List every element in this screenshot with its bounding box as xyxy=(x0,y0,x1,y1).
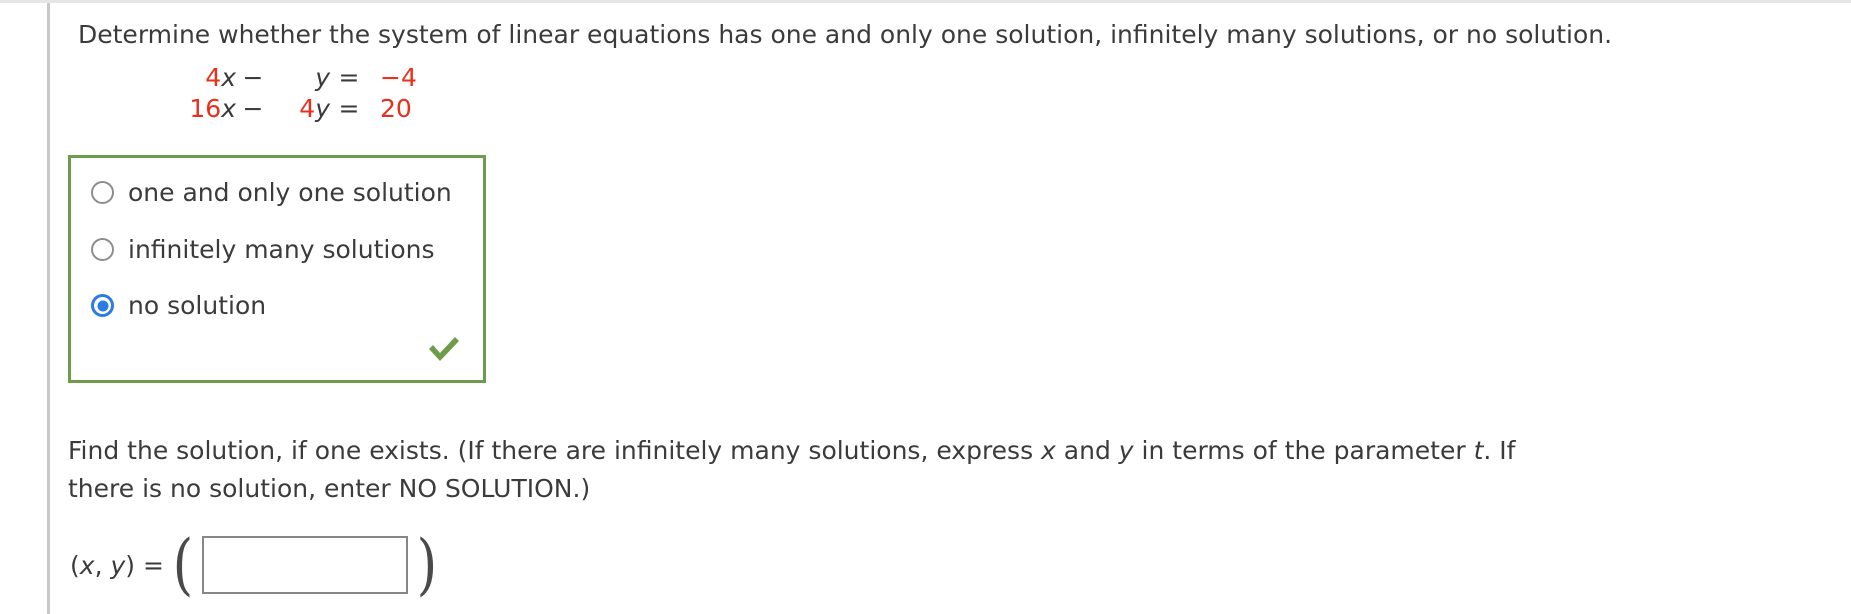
choice-option-no-solution[interactable]: no solution xyxy=(91,293,266,318)
equation-row-1: 4x − y = −4 xyxy=(160,62,428,93)
answer-big-left-paren: ( xyxy=(172,526,194,603)
equation-2-x-term: 16x xyxy=(160,93,236,124)
equation-1-equals: = xyxy=(338,63,360,92)
follow-up-prompt: Find the solution, if one exists. (If th… xyxy=(68,432,1548,508)
equation-1-var-y: y xyxy=(315,63,330,92)
choice-label-one-and-only-one-solution: one and only one solution xyxy=(128,178,452,207)
follow-up-prompt-part2: and xyxy=(1055,436,1119,465)
equation-1-coefficient-x: 4 xyxy=(205,63,222,92)
equation-1-x-term: 4x xyxy=(160,62,236,93)
follow-up-prompt-part1: Find the solution, if one exists. (If th… xyxy=(68,436,1042,465)
answer-label-comma: , xyxy=(94,550,111,580)
equation-row-2: 16x − 4y = 20 xyxy=(160,93,428,124)
answer-choice-box: one and only one solution infinitely man… xyxy=(68,155,486,383)
equation-2-equals: = xyxy=(338,94,360,123)
radio-infinitely-many-solutions[interactable] xyxy=(91,238,114,261)
question-prompt: Determine whether the system of linear e… xyxy=(78,20,1613,49)
equation-2-y-term: 4y xyxy=(270,93,330,124)
answer-big-right-paren: ) xyxy=(416,526,437,603)
follow-up-var-x: x xyxy=(1041,436,1056,465)
choice-option-infinitely-many-solutions[interactable]: infinitely many solutions xyxy=(91,237,434,262)
follow-up-var-y: y xyxy=(1118,436,1134,465)
answer-label-y: y xyxy=(110,550,126,580)
answer-entry-row: (x, y) = ( ) xyxy=(70,530,445,600)
answer-ordered-pair-label: (x, y) = xyxy=(70,551,164,580)
equation-2-operator: − xyxy=(242,94,264,123)
follow-up-prompt-part3: in terms of the parameter xyxy=(1133,436,1474,465)
answer-input[interactable] xyxy=(201,536,408,594)
equation-2-coefficient-x: 16 xyxy=(189,94,222,123)
equation-2-rhs: 20 xyxy=(380,94,412,123)
equation-2-coefficient-y: 4 xyxy=(299,94,316,123)
follow-up-var-t: t xyxy=(1473,436,1484,465)
question-content: Determine whether the system of linear e… xyxy=(50,0,1851,614)
answer-label-x: x xyxy=(79,550,95,580)
choice-label-infinitely-many-solutions: infinitely many solutions xyxy=(128,235,435,264)
choice-label-no-solution: no solution xyxy=(128,291,267,320)
correct-checkmark-icon xyxy=(429,337,459,361)
linear-system: 4x − y = −4 16x − 4y = 20 xyxy=(160,62,428,124)
answer-label-open-paren: ( xyxy=(70,550,80,580)
answer-label-close-paren-equals: ) = xyxy=(125,550,164,580)
choice-option-one-and-only-one-solution[interactable]: one and only one solution xyxy=(91,180,452,205)
equation-2-var-x: x xyxy=(221,94,236,123)
equation-1-rhs: −4 xyxy=(380,63,417,92)
equation-1-y-term: y xyxy=(270,62,330,93)
radio-one-and-only-one-solution[interactable] xyxy=(91,181,114,204)
equation-1-var-x: x xyxy=(221,63,236,92)
radio-no-solution[interactable] xyxy=(91,294,114,317)
equation-1-operator: − xyxy=(242,63,264,92)
equation-2-var-y: y xyxy=(315,94,330,123)
